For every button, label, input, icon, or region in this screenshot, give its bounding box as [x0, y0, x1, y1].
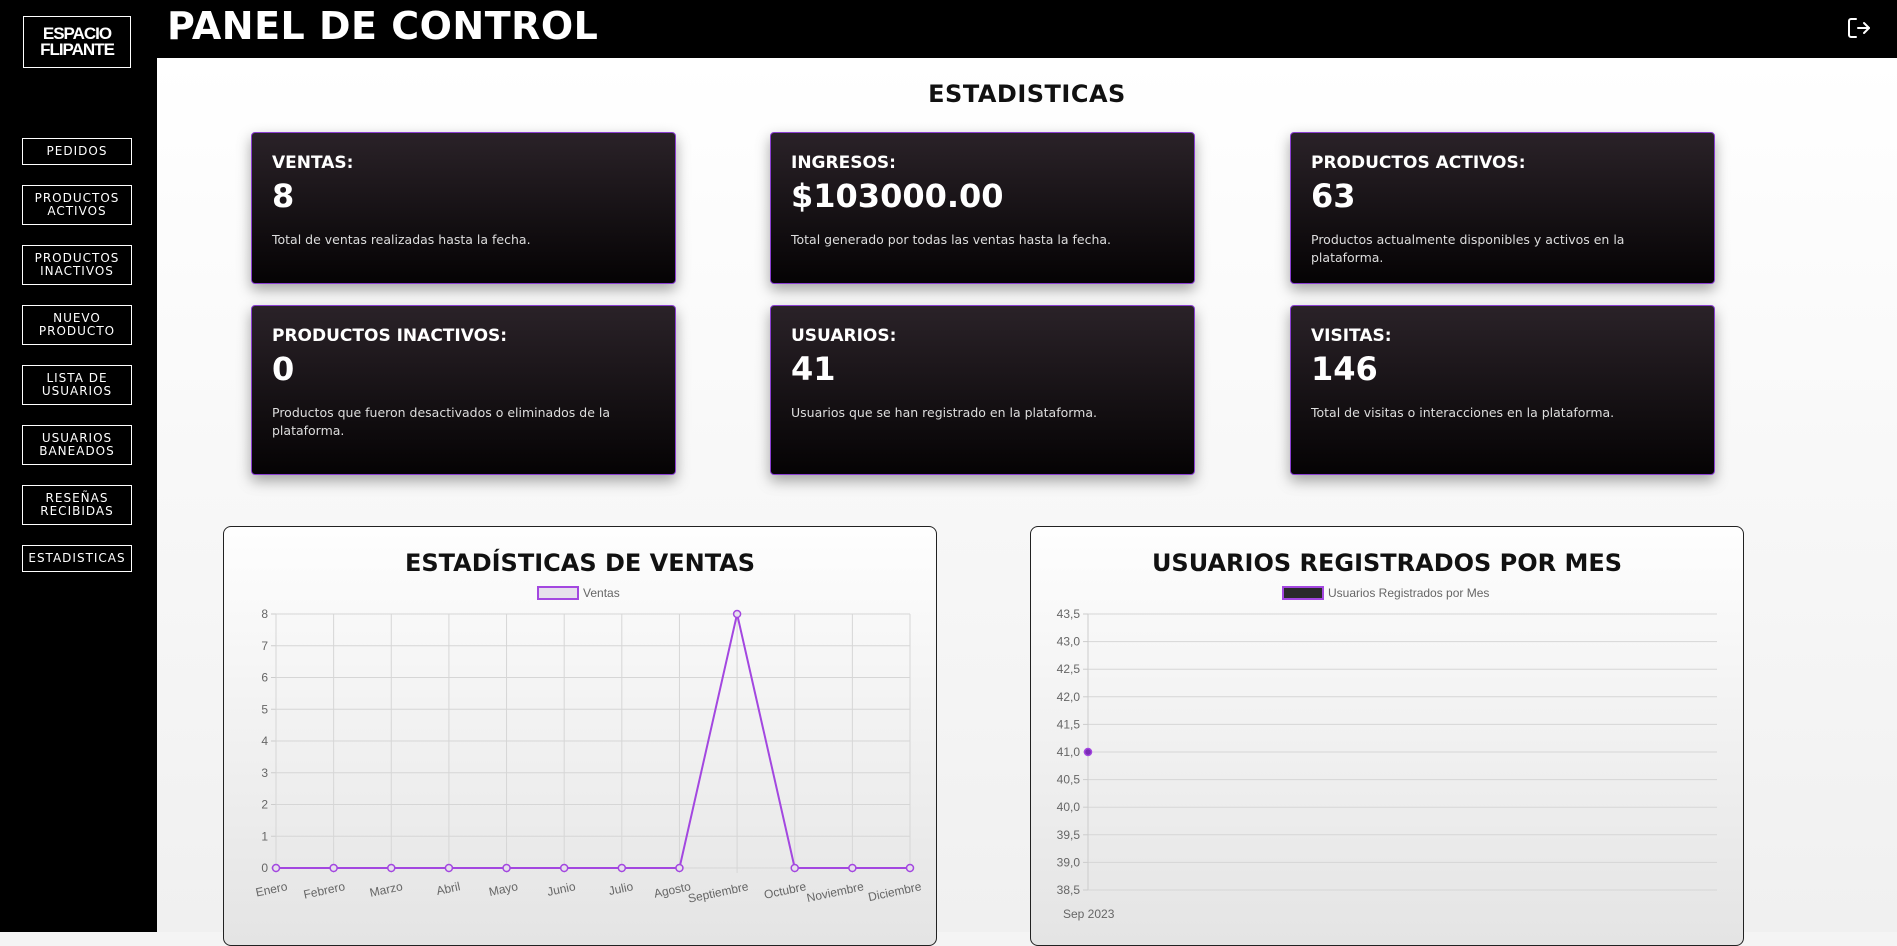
- card-description: Productos que fueron desactivados o elim…: [272, 405, 610, 438]
- stat-card-productos-activos: PRODUCTOS ACTIVOS: 63 Productos actualme…: [1290, 132, 1715, 284]
- card-label: PRODUCTOS ACTIVOS:: [1311, 153, 1526, 173]
- sidebar: ESPACIO FLIPANTE PEDIDOS PRODUCTOS ACTIV…: [0, 0, 157, 932]
- y-tick-label: 41,5: [1057, 717, 1081, 731]
- users-line-chart: Usuarios Registrados por Mes 38,5 39,0 39,5…: [1057, 586, 1717, 921]
- data-point: [502, 863, 511, 873]
- y-tick-label: 6: [261, 671, 268, 685]
- x-tick-label: Enero: [254, 879, 289, 899]
- data-point: [387, 863, 396, 873]
- x-tick-label: Mayo: [488, 879, 520, 899]
- x-tick-label: Abril: [435, 879, 461, 898]
- nav-lista-usuarios-button[interactable]: LISTA DE USUARIOS: [22, 365, 132, 405]
- stat-card-usuarios: USUARIOS: 41 Usuarios que se han registr…: [770, 305, 1195, 475]
- card-value: 41: [791, 350, 836, 388]
- y-tick-label: 5: [261, 702, 268, 716]
- nav-productos-activos-button[interactable]: PRODUCTOS ACTIVOS: [22, 185, 132, 225]
- legend-label: Usuarios Registrados por Mes: [1328, 586, 1489, 600]
- nav-usuarios-baneados-button[interactable]: USUARIOS BANEADOS: [22, 425, 132, 465]
- x-tick-label: Junio: [546, 879, 577, 899]
- sales-line-chart: Ventas 0 1 2 3 4 5 6 7 8 Enero Febrero Marzo Abril May…: [254, 586, 923, 906]
- nav-estadisticas-button[interactable]: ESTADISTICAS: [22, 545, 132, 572]
- page-title: PANEL DE CONTROL: [167, 4, 599, 48]
- y-tick-label: 42,0: [1057, 690, 1081, 704]
- brand-line-2: FLIPANTE: [40, 40, 115, 59]
- card-label: INGRESOS:: [791, 153, 896, 173]
- nav-productos-inactivos-button[interactable]: PRODUCTOS INACTIVOS: [22, 245, 132, 285]
- section-title: ESTADISTICAS: [928, 80, 1126, 108]
- sidebar-nav: PEDIDOS PRODUCTOS ACTIVOS PRODUCTOS INAC…: [22, 138, 132, 592]
- y-tick-label: 42,5: [1057, 662, 1081, 676]
- card-description: Productos actualmente disponibles y acti…: [1311, 232, 1625, 265]
- brand-logo[interactable]: ESPACIO FLIPANTE: [23, 16, 131, 68]
- y-tick-label: 41,0: [1057, 745, 1081, 759]
- data-point: [444, 863, 454, 873]
- card-value: $103000.00: [791, 177, 1004, 215]
- logout-icon[interactable]: [1845, 14, 1873, 42]
- main-content: ESTADISTICAS VENTAS: 8 Total de ventas r…: [157, 58, 1897, 946]
- card-label: VISITAS:: [1311, 326, 1392, 346]
- stat-card-ingresos: INGRESOS: $103000.00 Total generado por …: [770, 132, 1195, 284]
- y-tick-label: 43,5: [1057, 607, 1081, 621]
- data-point: [617, 863, 627, 873]
- x-tick-label: Septiembre: [687, 879, 750, 906]
- x-tick-label: Diciembre: [867, 879, 923, 904]
- y-tick-label: 0: [261, 861, 268, 875]
- x-tick-label: Octubre: [763, 879, 808, 902]
- y-tick-label: 40,0: [1057, 800, 1081, 814]
- data-point: [790, 863, 799, 873]
- top-bar: PANEL DE CONTROL: [157, 0, 1897, 58]
- y-tick-label: 39,5: [1057, 828, 1081, 842]
- legend-swatch: [1282, 586, 1324, 600]
- card-description: Total de ventas realizadas hasta la fech…: [272, 232, 531, 247]
- data-point: [732, 609, 742, 619]
- y-tick-label: 1: [261, 829, 268, 843]
- data-point: [675, 863, 684, 873]
- card-value: 0: [272, 350, 295, 388]
- y-tick-label: 8: [261, 607, 268, 621]
- x-tick-label: Marzo: [368, 879, 404, 900]
- nav-pedidos-button[interactable]: PEDIDOS: [22, 138, 132, 165]
- card-description: Total de visitas o interacciones en la p…: [1311, 405, 1615, 420]
- data-point: [329, 863, 338, 873]
- y-tick-label: 7: [261, 639, 268, 653]
- sales-chart-card: ESTADÍSTICAS DE VENTAS Ventas 0 1 2 3 4 5 6 7 8 En…: [223, 526, 937, 946]
- legend-swatch: [537, 586, 579, 600]
- card-description: Total generado por todas las ventas hast…: [791, 232, 1112, 247]
- card-label: USUARIOS:: [791, 326, 897, 346]
- card-label: PRODUCTOS INACTIVOS:: [272, 326, 508, 346]
- card-value: 8: [272, 177, 295, 215]
- stat-card-ventas: VENTAS: 8 Total de ventas realizadas has…: [251, 132, 676, 284]
- x-tick-label: Agosto: [653, 879, 693, 901]
- legend-label: Ventas: [583, 586, 620, 600]
- x-tick-label: Sep 2023: [1063, 907, 1115, 921]
- data-point: [905, 863, 915, 873]
- users-chart-card: USUARIOS REGISTRADOS POR MES Usuarios Re…: [1030, 526, 1744, 946]
- y-tick-label: 40,5: [1057, 773, 1081, 787]
- card-label: VENTAS:: [272, 153, 354, 173]
- card-value: 146: [1311, 350, 1378, 388]
- data-point: [271, 863, 281, 873]
- data-point: [1083, 747, 1093, 757]
- x-tick-label: Julio: [607, 879, 634, 898]
- nav-nuevo-producto-button[interactable]: NUEVO PRODUCTO: [22, 305, 132, 345]
- y-tick-label: 39,0: [1057, 855, 1081, 869]
- y-tick-label: 38,5: [1057, 883, 1081, 897]
- x-tick-label: Febrero: [302, 879, 346, 901]
- stat-card-visitas: VISITAS: 146 Total de visitas o interacc…: [1290, 305, 1715, 475]
- y-tick-label: 43,0: [1057, 635, 1081, 649]
- card-description: Usuarios que se han registrado en la pla…: [791, 405, 1097, 420]
- y-tick-label: 4: [261, 734, 268, 748]
- y-tick-label: 2: [261, 798, 268, 812]
- data-point: [559, 863, 569, 873]
- nav-resenas-recibidas-button[interactable]: RESEÑAS RECIBIDAS: [22, 485, 132, 525]
- stat-card-productos-inactivos: PRODUCTOS INACTIVOS: 0 Productos que fue…: [251, 305, 676, 475]
- y-tick-label: 3: [261, 766, 268, 780]
- card-value: 63: [1311, 177, 1356, 215]
- data-point: [848, 863, 857, 873]
- x-tick-label: Noviembre: [805, 879, 865, 905]
